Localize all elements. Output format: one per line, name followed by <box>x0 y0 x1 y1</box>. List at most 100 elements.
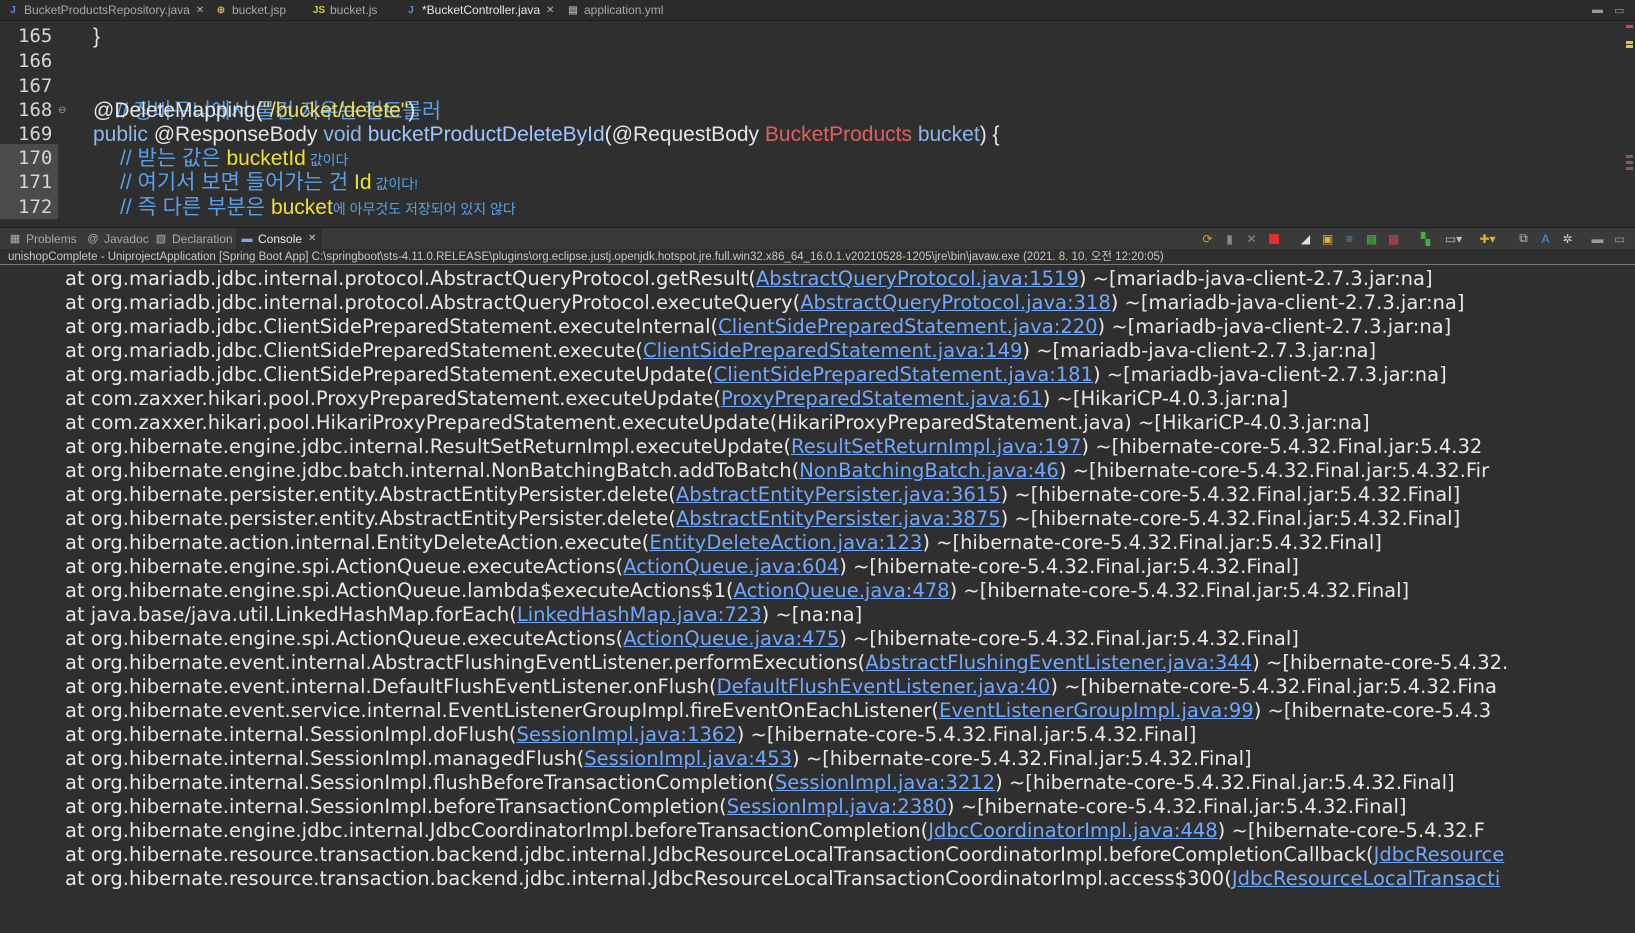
console-line: at org.hibernate.action.internal.EntityD… <box>65 531 1382 555</box>
tab-console[interactable]: ▬ Console ✕ <box>236 228 323 249</box>
scroll-lock-icon[interactable]: ▣ <box>1320 231 1335 246</box>
occurrence-marker[interactable] <box>1626 161 1633 164</box>
source-link[interactable]: ResultSetReturnImpl.java:197 <box>791 435 1081 458</box>
editor-tab-bucketcontroller[interactable]: J *BucketController.java ✕ <box>404 0 554 20</box>
editor-tab-bucketproductsrepository[interactable]: J BucketProductsRepository.java ✕ <box>6 0 204 20</box>
code-comment: // 여기서 보면 들어가는 건 <box>120 171 355 194</box>
error-marker[interactable] <box>1626 25 1633 28</box>
jar-info-text: ) ~[mariadb-java-client-2.7.3.jar:na] <box>1097 315 1452 338</box>
code-token: ) { <box>979 123 1000 146</box>
source-link[interactable]: JdbcResourceLocalTransacti <box>1232 867 1500 890</box>
stack-frame-text: at org.hibernate.resource.transaction.ba… <box>65 843 1374 866</box>
tab-problems[interactable]: ▦ Problems <box>8 228 77 249</box>
tab-javadoc[interactable]: @ Javadoc <box>86 228 149 249</box>
code-comment: // 받는 값은 <box>120 147 227 170</box>
source-link[interactable]: JdbcResource <box>1374 843 1505 866</box>
stack-frame-text: at com.zaxxer.hikari.pool.ProxyPreparedS… <box>65 387 721 410</box>
line-number: 168 <box>18 99 53 121</box>
refresh-icon[interactable]: ⟳ <box>1200 231 1215 246</box>
console-output[interactable]: at org.mariadb.jdbc.internal.protocol.Ab… <box>0 266 1635 933</box>
editor-tab-bucket-jsp[interactable]: ⊕ bucket.jsp <box>214 0 286 20</box>
source-link[interactable]: ActionQueue.java:478 <box>734 579 950 602</box>
warning-marker[interactable] <box>1626 41 1633 44</box>
code-string: "/bucket/delete" <box>262 99 409 122</box>
tab-label: Javadoc <box>104 231 149 246</box>
show-on-stdout-icon[interactable]: ▩ <box>1364 231 1379 246</box>
pin-console-icon[interactable]: ▚ <box>1418 231 1433 246</box>
occurrence-marker[interactable] <box>1626 167 1633 170</box>
word-wrap-icon[interactable]: ≡ <box>1342 231 1357 246</box>
source-link[interactable]: AbstractQueryProtocol.java:1519 <box>756 267 1079 290</box>
source-link[interactable]: ClientSidePreparedStatement.java:181 <box>714 363 1093 386</box>
warning-marker[interactable] <box>1626 45 1633 48</box>
console-line: at org.hibernate.event.internal.Abstract… <box>65 651 1508 675</box>
code-line: @DeleteMapping("/bucket/delete") <box>93 98 415 123</box>
code-editor[interactable]: 165 166 167 168 ⊖ 169 170 171 172 } // 장… <box>0 21 1635 227</box>
console-line: at org.hibernate.engine.spi.ActionQueue.… <box>65 555 1299 579</box>
settings-icon[interactable]: ✲ <box>1560 231 1575 246</box>
minimize-icon[interactable]: ▬ <box>1590 231 1605 246</box>
jar-info-text: ) ~[hibernate-core-5.4.32.Final.jar:5.4.… <box>1058 459 1490 482</box>
source-link[interactable]: EventListenerGroupImpl.java:99 <box>939 699 1254 722</box>
source-link[interactable]: EntityDeleteAction.java:123 <box>649 531 922 554</box>
source-link[interactable]: SessionImpl.java:2380 <box>727 795 947 818</box>
source-link[interactable]: SessionImpl.java:453 <box>584 747 792 770</box>
source-link[interactable]: DefaultFlushEventListener.java:40 <box>717 675 1051 698</box>
jar-info-text: ) ~[hibernate-core-5.4.32.Final.jar:5.4.… <box>946 795 1407 818</box>
remove-all-icon[interactable]: ✕ <box>1244 231 1259 246</box>
close-icon[interactable]: ✕ <box>546 5 554 16</box>
remove-launch-icon[interactable]: ▮ <box>1222 231 1237 246</box>
text-format-icon[interactable]: A <box>1538 231 1553 246</box>
close-icon[interactable]: ✕ <box>196 5 204 16</box>
console-line: at org.hibernate.internal.SessionImpl.fl… <box>65 771 1455 795</box>
source-link[interactable]: SessionImpl.java:1362 <box>517 723 737 746</box>
jar-info-text: ) ~[hibernate-core-5.4.32.F <box>1217 819 1485 842</box>
stack-frame-text: at org.hibernate.engine.spi.ActionQueue.… <box>65 555 624 578</box>
terminate-icon[interactable] <box>1266 231 1281 246</box>
jar-info-text: ) ~[hibernate-core-5.4.32. <box>1252 651 1509 674</box>
stack-frame-text: at java.base/java.util.LinkedHashMap.for… <box>65 603 517 626</box>
copy-icon[interactable]: ⧉ <box>1516 231 1531 246</box>
source-link[interactable]: NonBatchingBatch.java:46 <box>799 459 1059 482</box>
problems-icon: ▦ <box>9 233 21 245</box>
source-link[interactable]: AbstractEntityPersister.java:3615 <box>676 483 1001 506</box>
source-link[interactable]: JdbcCoordinatorImpl.java:448 <box>928 819 1217 842</box>
jar-info-text: ) ~[hibernate-core-5.4.32.Final.jar:5.4.… <box>995 771 1455 794</box>
maximize-icon[interactable]: ▭ <box>1612 231 1627 246</box>
fold-toggle-icon[interactable]: ⊖ <box>58 98 66 123</box>
maximize-icon[interactable]: ▭ <box>1614 0 1624 20</box>
jar-info-text: ) ~[hibernate-core-5.4.32.Final.jar:5.4.… <box>736 723 1197 746</box>
console-line: at org.hibernate.engine.spi.ActionQueue.… <box>65 579 1409 603</box>
show-on-stderr-icon[interactable]: ▩ <box>1386 231 1401 246</box>
source-link[interactable]: AbstractFlushingEventListener.java:344 <box>865 651 1252 674</box>
source-link[interactable]: AbstractEntityPersister.java:3875 <box>676 507 1001 530</box>
overview-ruler[interactable] <box>1623 21 1635 227</box>
jar-info-text: ) ~[hibernate-core-5.4.32.Final.jar:5.4.… <box>1000 483 1461 506</box>
tab-label: bucket.js <box>330 3 378 17</box>
source-link[interactable]: SessionImpl.java:3212 <box>775 771 995 794</box>
console-line: at org.mariadb.jdbc.internal.protocol.Ab… <box>65 267 1433 291</box>
tab-label: Declaration <box>172 231 233 246</box>
source-link[interactable]: AbstractQueryProtocol.java:318 <box>800 291 1111 314</box>
line-number: 165 <box>18 25 53 47</box>
close-icon[interactable]: ✕ <box>308 233 316 244</box>
jar-info-text: ) ~[hibernate-core-5.4.32.Final.jar:5.4.… <box>839 555 1299 578</box>
source-link[interactable]: LinkedHashMap.java:723 <box>517 603 762 626</box>
line-number: 171 <box>18 171 53 193</box>
stack-frame-text: at org.hibernate.engine.jdbc.internal.Re… <box>65 435 792 458</box>
display-console-icon[interactable]: ▭▾ <box>1445 231 1462 246</box>
source-link[interactable]: ClientSidePreparedStatement.java:149 <box>643 339 1022 362</box>
source-link[interactable]: ClientSidePreparedStatement.java:220 <box>718 315 1097 338</box>
minimize-icon[interactable]: ▬ <box>1592 0 1603 20</box>
jar-info-text: ) ~[hibernate-core-5.4.32.Final.jar:5.4.… <box>949 579 1410 602</box>
editor-tab-application-yml[interactable]: ▤ application.yml <box>566 0 663 20</box>
clear-console-icon[interactable]: ◢ <box>1298 231 1313 246</box>
occurrence-marker[interactable] <box>1626 155 1633 158</box>
source-link[interactable]: ActionQueue.java:475 <box>623 627 839 650</box>
open-console-icon[interactable]: ✚▾ <box>1479 231 1495 246</box>
code-keyword: void <box>323 123 362 146</box>
tab-declaration[interactable]: ▧ Declaration <box>154 228 233 249</box>
source-link[interactable]: ActionQueue.java:604 <box>623 555 839 578</box>
editor-tab-bucket-js[interactable]: JS bucket.js <box>312 0 377 20</box>
source-link[interactable]: ProxyPreparedStatement.java:61 <box>721 387 1043 410</box>
